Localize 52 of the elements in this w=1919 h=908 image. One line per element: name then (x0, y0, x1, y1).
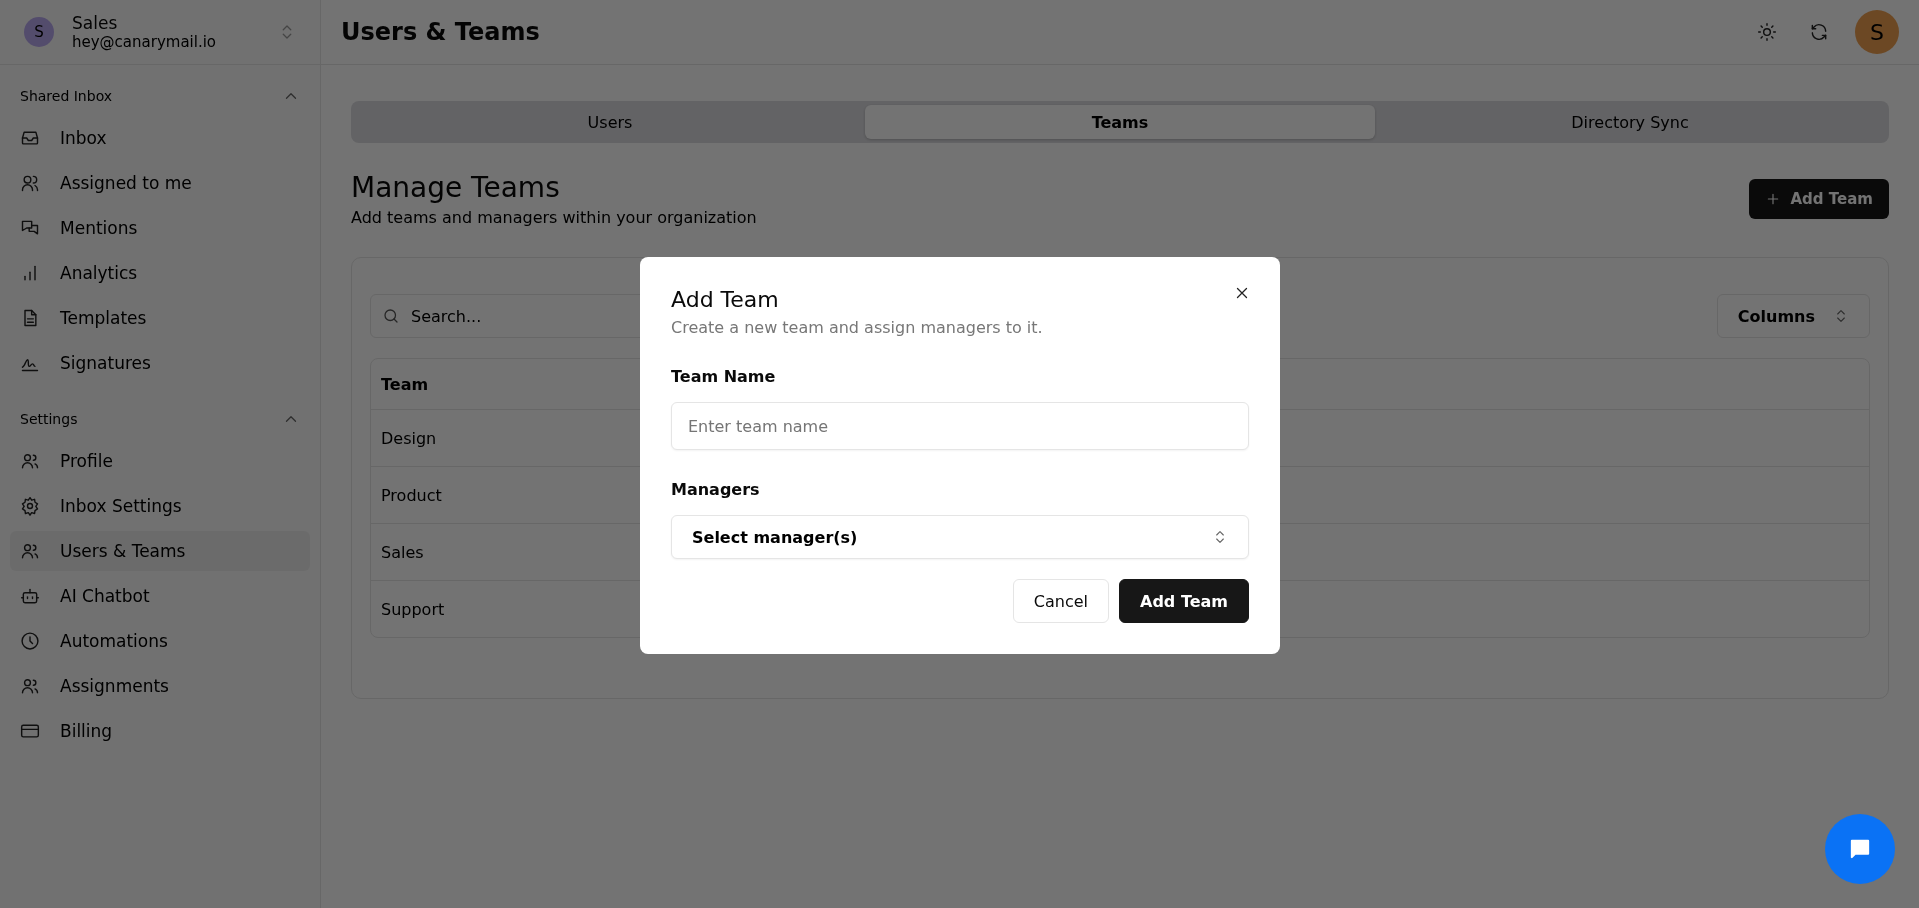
sidebar-item[interactable]: AI Chatbot (10, 576, 310, 616)
workspace-avatar: S (24, 17, 54, 47)
sidebar-item[interactable]: Automations (10, 621, 310, 661)
users-icon (20, 541, 40, 561)
users-icon (20, 676, 40, 696)
section-title: Settings (20, 411, 78, 427)
table-cell: Design (381, 428, 437, 448)
tab[interactable]: Directory Sync (1375, 105, 1885, 139)
field-label: Team Name (671, 367, 777, 386)
section-title: Shared Inbox (20, 88, 113, 104)
field-label: Managers (671, 480, 761, 499)
section-subtitle: Add teams and managers within your organization (351, 208, 757, 227)
sidebar-item[interactable]: Assigned to me (10, 163, 310, 203)
users-icon (20, 173, 40, 193)
sidebar-item[interactable]: Templates (10, 298, 310, 338)
column-header: Team (381, 374, 429, 394)
select-field[interactable]: Select manager(s) (671, 515, 1249, 559)
sidebar-item[interactable]: Inbox Settings (10, 486, 310, 526)
table-cell: Support (381, 599, 445, 619)
page-title: Users & Teams (341, 18, 541, 46)
settings-icon (20, 496, 40, 516)
table-cell: Sales (381, 542, 424, 562)
tab[interactable]: Teams (865, 105, 1375, 139)
workspace-email: hey@canarymail.io (72, 33, 218, 51)
user-avatar[interactable]: S (1855, 10, 1899, 54)
sun-icon (1757, 22, 1777, 42)
section-heading: Manage Teams (351, 171, 561, 204)
input-field[interactable]: Enter team name (671, 402, 1249, 450)
workspace-switcher[interactable]: S Sales hey@canarymail.io (0, 0, 320, 65)
messages-icon (20, 218, 40, 238)
clock-icon (20, 631, 40, 651)
sidebar-item[interactable]: Mentions (10, 208, 310, 248)
sidebar-item[interactable]: Signatures (10, 343, 310, 383)
sidebar-item[interactable]: Inbox (10, 118, 310, 158)
sidebar-item[interactable]: Billing (10, 711, 310, 751)
table-cell: Product (381, 485, 442, 505)
sidebar-item[interactable]: Profile (10, 441, 310, 481)
bot-icon (20, 586, 40, 606)
sidebar-item[interactable]: Analytics (10, 253, 310, 293)
cancel-button[interactable]: Cancel (1012, 579, 1110, 623)
credit-card-icon (20, 721, 40, 741)
add-team-button[interactable]: Add Team (1748, 179, 1889, 219)
tab[interactable]: Users (355, 105, 865, 139)
add-team-button[interactable]: Add Team (1119, 579, 1249, 623)
refresh-icon (1809, 22, 1829, 42)
sidebar-item[interactable]: Users & Teams (10, 531, 310, 571)
users-icon (20, 451, 40, 471)
inbox-icon (20, 128, 40, 148)
search-icon (382, 307, 400, 325)
columns-button[interactable]: Columns (1716, 294, 1870, 338)
sidebar-item[interactable]: Assignments (10, 666, 310, 706)
workspace-name: Sales (72, 13, 119, 33)
